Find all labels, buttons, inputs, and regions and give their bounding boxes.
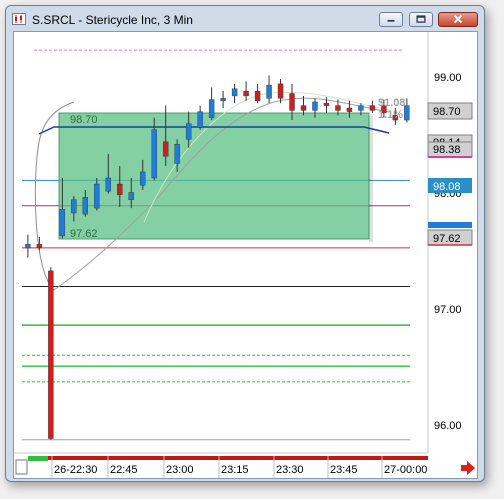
close-icon <box>453 14 463 24</box>
price-markers: 98.70 98.14 98.38 98.08 97.62 <box>427 102 473 246</box>
candle-body[interactable] <box>36 244 43 249</box>
x-axis: 26-22:30 22:45 23:00 23:15 23:30 23:45 2… <box>28 456 428 478</box>
candle-body[interactable] <box>266 84 272 99</box>
price-marker-label: 98.38 <box>433 144 461 156</box>
x-tick-label: 23:00 <box>166 464 194 476</box>
y-axis: 99.00 98.00 97.00 96.00 <box>434 72 462 432</box>
price-marker-label: 97.62 <box>433 233 461 245</box>
candle-body[interactable] <box>162 141 169 157</box>
candle-body[interactable] <box>174 143 180 164</box>
candle-body[interactable] <box>185 123 192 140</box>
candle-body[interactable] <box>358 105 364 111</box>
candle-body[interactable] <box>82 197 89 215</box>
change-percent: 1.1% <box>378 109 403 121</box>
maximize-icon <box>416 15 426 23</box>
zone-top-label: 98.70 <box>70 114 98 126</box>
candle-body[interactable] <box>369 105 376 111</box>
corner-checkbox[interactable] <box>15 459 28 475</box>
candlestick-app-icon <box>12 13 26 25</box>
chart-window: S.SRCL - Stericycle Inc, 3 Min 98.70 97.… <box>5 5 485 482</box>
candle-body[interactable] <box>323 102 330 106</box>
y-tick-label: 99.00 <box>434 72 462 84</box>
trade-zone[interactable] <box>58 112 370 240</box>
x-tick-label: 26-22:30 <box>54 464 97 476</box>
x-tick-label: 22:45 <box>110 464 138 476</box>
price-marker-label: 98.70 <box>433 106 461 118</box>
minimize-icon <box>387 19 395 22</box>
candle-body[interactable] <box>346 107 353 112</box>
candle-body[interactable] <box>105 177 111 192</box>
candle-body[interactable] <box>197 111 203 128</box>
candle-body[interactable] <box>128 192 134 200</box>
zone-bottom-label: 97.62 <box>70 228 98 240</box>
candle-body[interactable] <box>254 90 261 101</box>
candle-body[interactable] <box>25 244 31 249</box>
candle-body[interactable] <box>300 105 307 111</box>
x-tick-label: 27-00:00 <box>384 464 427 476</box>
candle-body[interactable] <box>208 99 215 118</box>
candle-body[interactable] <box>243 90 249 97</box>
x-tick-label: 23:15 <box>221 464 249 476</box>
chart-area[interactable]: 98.70 97.62 $1.08 1.1% 99.00 98.00 97.00… <box>13 31 478 479</box>
window-title: S.SRCL - Stericycle Inc, 3 Min <box>32 13 193 27</box>
candle-body[interactable] <box>94 183 100 209</box>
candle-body[interactable] <box>289 93 295 111</box>
candle-body[interactable] <box>312 101 318 111</box>
trade-zone-shadow <box>369 116 373 242</box>
x-tick-label: 23:30 <box>276 464 304 476</box>
change-value: $1.08 <box>378 97 406 109</box>
price-chart[interactable]: 98.70 97.62 $1.08 1.1% 99.00 98.00 97.00… <box>14 32 477 478</box>
candle-body[interactable] <box>220 98 226 101</box>
price-marker-label: 98.08 <box>433 181 461 193</box>
candle-body[interactable] <box>71 199 77 214</box>
x-tick-label: 23:45 <box>330 464 358 476</box>
candle-body[interactable] <box>151 129 157 179</box>
candle-body[interactable] <box>59 209 66 237</box>
close-button[interactable] <box>438 12 478 27</box>
candle-body[interactable] <box>48 270 54 439</box>
candle-body[interactable] <box>117 183 123 196</box>
y-tick-label: 96.00 <box>434 420 462 432</box>
candle-body[interactable] <box>140 171 146 186</box>
candle-body[interactable] <box>335 105 341 111</box>
candle-body[interactable] <box>231 88 238 97</box>
minimize-button[interactable] <box>379 12 403 27</box>
title-bar[interactable]: S.SRCL - Stericycle Inc, 3 Min <box>6 6 484 32</box>
candle-body[interactable] <box>277 83 284 99</box>
scroll-right-arrow-icon[interactable] <box>461 461 475 475</box>
y-tick-label: 97.00 <box>434 304 462 316</box>
maximize-button[interactable] <box>409 12 433 27</box>
